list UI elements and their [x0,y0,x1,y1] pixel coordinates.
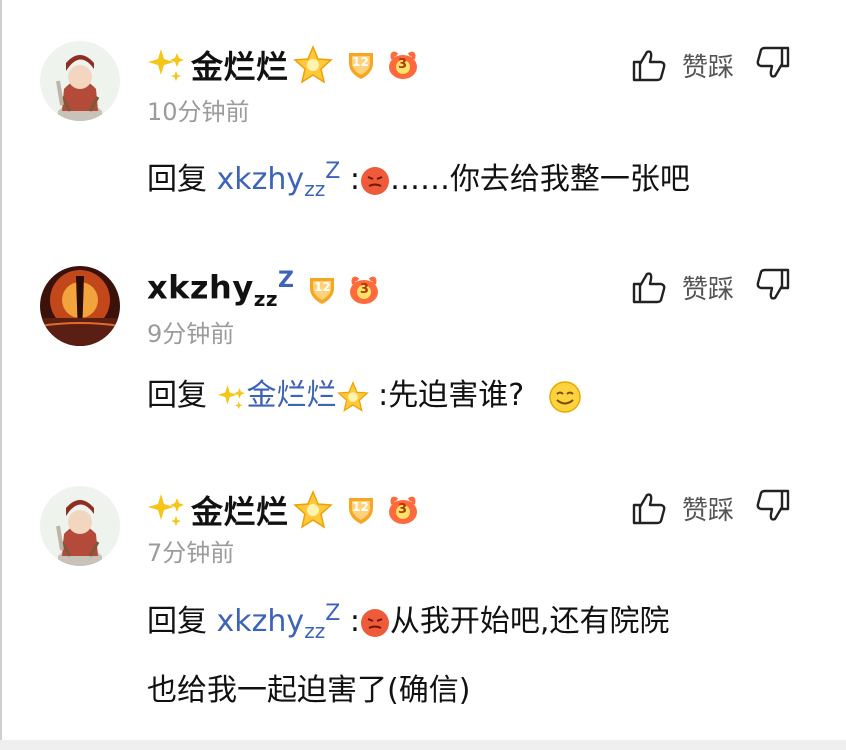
dislike-label[interactable]: 踩 [708,47,734,84]
sparkle-icon [217,384,245,409]
username[interactable]: xkzhyzzZ [147,268,294,311]
timestamp: 9分钟前 [147,320,235,348]
thumbs-up-icon[interactable] [630,268,668,306]
rank-badge: 3 [386,49,419,81]
sparkle-icon [148,494,184,526]
avatar[interactable] [40,486,120,566]
thumbs-up-icon[interactable] [630,489,668,527]
rank-badge: 3 [386,494,419,526]
avatar[interactable] [40,266,120,346]
like-label[interactable]: 赞 [682,269,708,306]
username[interactable]: 金烂烂 [191,487,289,533]
thumbs-down-icon[interactable] [756,46,794,84]
left-border [0,0,2,750]
reply-mention[interactable]: xkzhyzzZ [217,601,341,643]
like-label[interactable]: 赞 [682,490,708,527]
dislike-label[interactable]: 踩 [708,269,734,306]
timestamp: 10分钟前 [147,98,250,126]
sparkle-icon [148,49,184,81]
comment-text: 回复 xkzhyzzZ : ……你去给我整一张吧 [147,159,690,201]
level-badge: 12 [345,494,377,526]
avatar[interactable] [40,41,120,121]
level-badge: 12 [306,274,338,306]
star-icon [293,46,332,83]
angry-face-icon [359,165,390,196]
star-icon [293,491,332,528]
angry-face-icon [359,607,390,638]
comment-text: 回复 xkzhyzzZ : 从我开始吧,还有院院 也给我一起迫害了(确信) [147,601,670,708]
bottom-divider [0,740,846,750]
rank-badge: 3 [348,274,381,306]
star-icon [337,381,368,411]
reply-mention[interactable]: xkzhyzzZ [217,159,341,201]
username[interactable]: 金烂烂 [191,42,289,88]
smile-face-icon [548,380,581,413]
level-badge: 12 [345,49,377,81]
dislike-label[interactable]: 踩 [708,490,734,527]
reply-mention[interactable]: 金烂烂 [217,378,369,413]
thumbs-down-icon[interactable] [756,268,794,306]
thumbs-down-icon[interactable] [756,489,794,527]
comment-text: 回复 金烂烂 :先迫害谁? [147,366,797,426]
thumbs-up-icon[interactable] [630,46,668,84]
like-label[interactable]: 赞 [682,47,708,84]
timestamp: 7分钟前 [147,539,235,567]
